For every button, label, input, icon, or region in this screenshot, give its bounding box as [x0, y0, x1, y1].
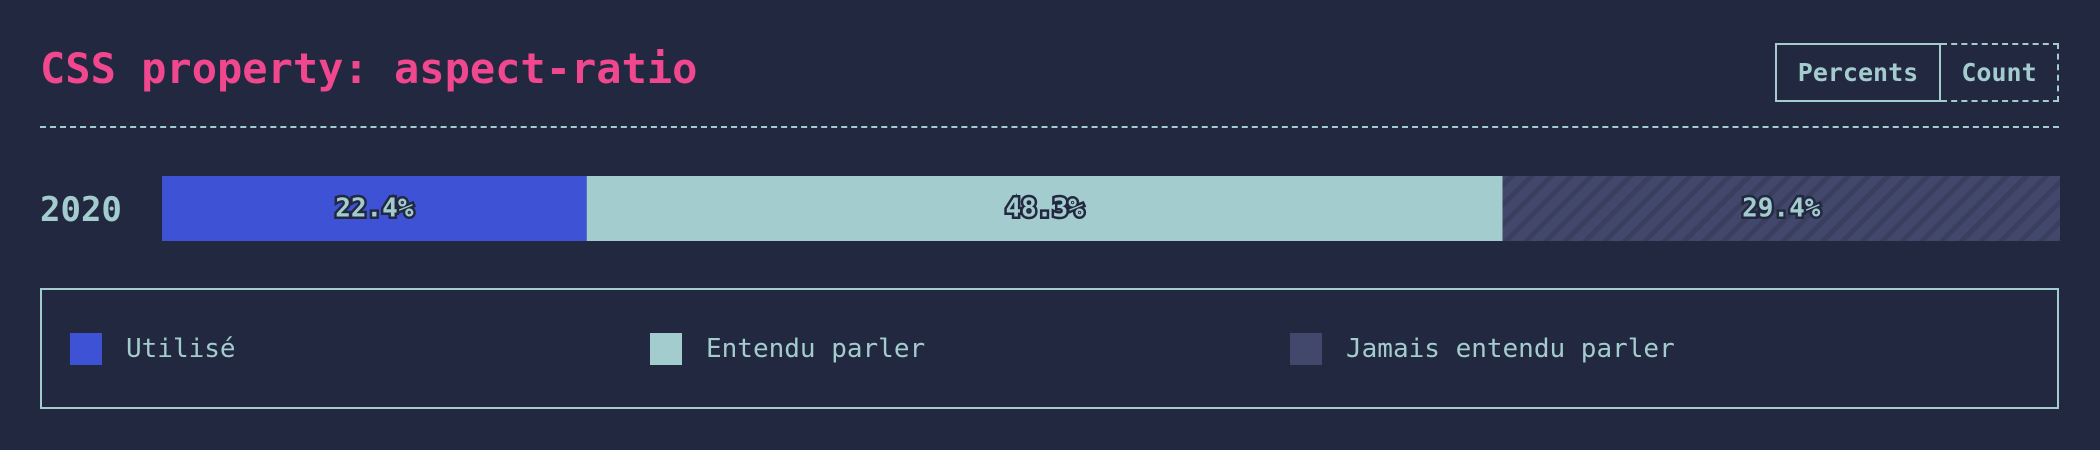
bar-value-label-heard: 48.3%: [1005, 194, 1084, 224]
legend-swatch-heard: [650, 332, 682, 365]
legend-label-used: Utilisé: [126, 333, 236, 364]
legend-label-heard: Entendu parler: [706, 333, 926, 364]
unit-toggle: Percents Count: [1775, 43, 2059, 102]
legend-swatch-used: [70, 332, 102, 365]
count-button[interactable]: Count: [1941, 43, 2059, 102]
legend-swatch-never: [1290, 332, 1322, 365]
bar-value-label-used: 22.4%: [335, 194, 414, 224]
legend-item-heard[interactable]: Entendu parler: [650, 290, 925, 407]
chart-title: CSS property: aspect-ratio: [40, 44, 698, 93]
legend-label-never: Jamais entendu parler: [1346, 333, 1675, 364]
title-divider: [40, 126, 2059, 128]
year-label: 2020: [40, 190, 122, 230]
stacked-bar-chart: 22.4% 48.3% 29.4%: [162, 176, 2060, 241]
percents-button[interactable]: Percents: [1775, 43, 1941, 102]
legend-item-never[interactable]: Jamais entendu parler: [1290, 290, 1675, 407]
chart-legend: Utilisé Entendu parler Jamais entendu pa…: [40, 288, 2059, 409]
legend-item-used[interactable]: Utilisé: [70, 290, 236, 407]
bar-value-label-never: 29.4%: [1742, 194, 1821, 224]
